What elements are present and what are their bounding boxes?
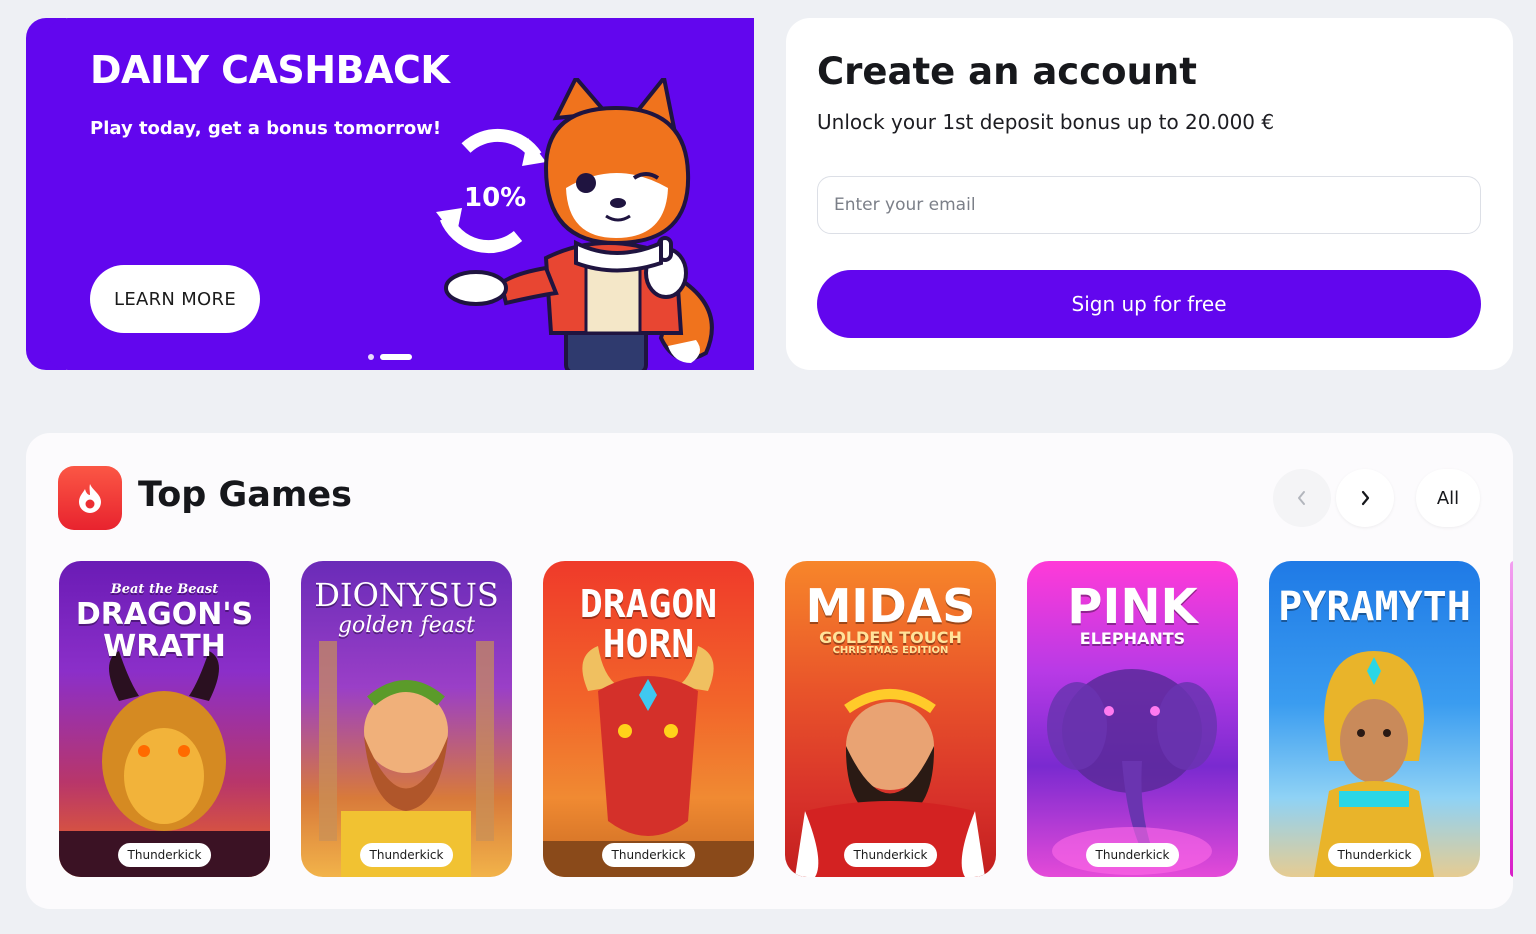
game-card[interactable]: Beat the Beast DRAGON'S WRATH Thunderkic… [59,561,270,877]
cashback-badge-text: 10% [464,183,526,213]
carousel-dot[interactable] [368,354,374,360]
game-title: DIONYSUS [314,576,499,614]
game-card[interactable]: DRAGON HORN Thunderkick [543,561,754,877]
game-title: PINK [1067,579,1198,635]
game-title: DRAGON HORN [579,582,718,666]
carousel-dot-active[interactable] [380,354,412,360]
game-edition: CHRISTMAS EDITION [832,645,949,656]
game-title: MIDAS [805,579,976,633]
next-game-card-peek[interactable] [1510,561,1513,877]
email-input[interactable] [817,176,1481,234]
game-card[interactable]: DIONYSUS golden feast Thunderkick [301,561,512,877]
chevron-right-icon [1361,490,1370,506]
game-title: PYRAMYTH [1278,584,1471,630]
fire-icon [58,466,122,530]
game-card[interactable]: PINK ELEPHANTS Thunderkick [1027,561,1238,877]
game-card[interactable]: PYRAMYTH Thunderkick [1269,561,1480,877]
game-card[interactable]: MIDAS GOLDEN TOUCH CHRISTMAS EDITION Thu… [785,561,996,877]
provider-badge: Thunderkick [359,843,454,867]
signup-card: Create an account Unlock your 1st deposi… [786,18,1513,370]
chevron-left-icon [1298,491,1305,505]
provider-badge: Thunderkick [843,843,938,867]
provider-badge: Thunderkick [1085,843,1180,867]
view-all-button[interactable]: All [1416,469,1480,527]
game-tagline: ELEPHANTS [1079,629,1186,648]
signup-subtitle: Unlock your 1st deposit bonus up to 20.0… [817,110,1275,134]
learn-more-button[interactable]: LEARN MORE [90,265,260,333]
provider-badge: Thunderkick [601,843,696,867]
provider-badge: Thunderkick [1327,843,1422,867]
game-tagline: golden feast [337,613,476,638]
top-games-section: Top Games All Beat the Beast DRAGON'S WR… [26,433,1513,909]
promo-title: DAILY CASHBACK [90,48,450,92]
game-title: DRAGON'S WRATH [75,597,254,664]
section-title: Top Games [138,475,352,515]
provider-badge: Thunderkick [117,843,212,867]
fox-mascot-illustration: 10% [436,78,714,370]
sign-up-button[interactable]: Sign up for free [817,270,1481,338]
game-tagline: Beat the Beast [110,582,219,597]
game-tagline: GOLDEN TOUCH [819,628,962,647]
previous-button[interactable] [1273,469,1331,527]
signup-title: Create an account [817,50,1197,93]
next-button[interactable] [1336,469,1394,527]
promo-subtitle: Play today, get a bonus tomorrow! [90,118,442,139]
cashback-badge: 10% [436,128,546,254]
promo-banner: DAILY CASHBACK Play today, get a bonus t… [46,18,754,370]
carousel-pagination [368,354,412,360]
